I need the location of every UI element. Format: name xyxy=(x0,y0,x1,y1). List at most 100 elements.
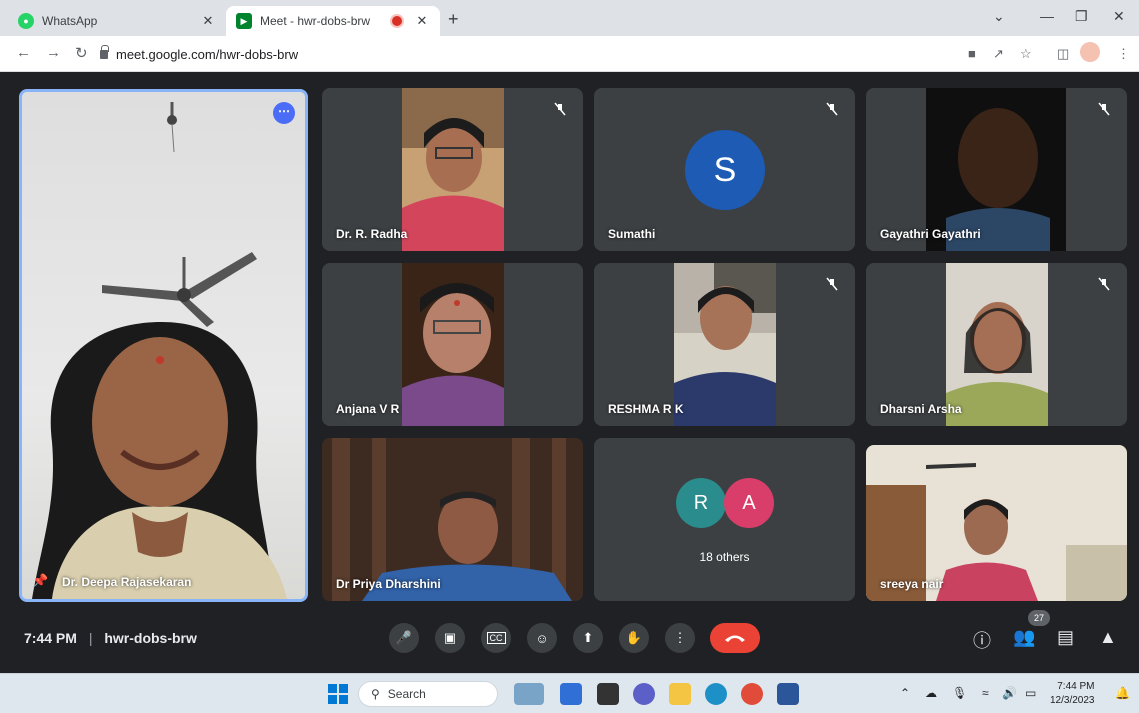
volume-icon[interactable]: 🔊 xyxy=(1002,686,1017,700)
mic-icon: 🎤 xyxy=(395,630,413,645)
windows-start-icon[interactable] xyxy=(327,683,349,705)
participant-name: RESHMA R K xyxy=(608,402,684,416)
restore-icon[interactable]: ❐ xyxy=(1075,8,1088,25)
tab-title: Meet - hwr-dobs-brw xyxy=(260,14,371,28)
back-icon[interactable]: ← xyxy=(16,44,31,61)
participant-tile[interactable]: Gayathri Gayathri xyxy=(866,88,1127,251)
meeting-time: 7:44 PM xyxy=(24,630,77,646)
chevron-up-icon[interactable]: ⌃ xyxy=(900,686,910,700)
tab-whatsapp[interactable]: ● WhatsApp ✕ xyxy=(8,6,226,36)
leave-call-button[interactable] xyxy=(710,623,760,653)
divider: | xyxy=(88,630,93,646)
taskbar-date: 12/3/2023 xyxy=(1050,695,1095,706)
wifi-icon[interactable]: ≈ xyxy=(982,686,989,700)
participant-tile[interactable]: Anjana V R xyxy=(322,263,583,426)
participant-name: Sumathi xyxy=(608,227,656,241)
notification-bell-icon[interactable]: 🔔 xyxy=(1115,686,1130,700)
meeting-code: hwr-dobs-brw xyxy=(104,630,197,646)
minimize-icon[interactable]: — xyxy=(1040,8,1054,24)
tab-title: WhatsApp xyxy=(42,14,98,28)
forward-icon[interactable]: → xyxy=(46,44,61,61)
people-icon[interactable]: 👥 xyxy=(1013,627,1035,648)
mic-tray-icon[interactable]: 🎙 xyxy=(952,686,967,700)
others-count-label: 18 others xyxy=(699,550,750,564)
recording-icon xyxy=(392,16,402,26)
search-placeholder: Search xyxy=(387,687,426,701)
mic-off-icon xyxy=(1098,102,1110,116)
main-participant-tile[interactable]: ⋯ 📌 Dr. Deepa Rajasekaran xyxy=(19,89,308,602)
participant-name: sreeya nair xyxy=(880,577,944,591)
participant-tile[interactable]: sreeya nair xyxy=(866,445,1127,601)
lock-icon xyxy=(100,44,109,59)
pin-icon[interactable]: 📌 xyxy=(32,573,48,589)
participant-count-badge: 27 xyxy=(1028,610,1050,626)
new-tab-icon[interactable]: + xyxy=(448,9,459,30)
participant-video xyxy=(402,263,504,426)
word-icon[interactable] xyxy=(777,683,799,705)
tab-meet[interactable]: ▶ Meet - hwr-dobs-brw ✕ xyxy=(226,6,440,36)
participant-avatar: A xyxy=(724,478,774,528)
close-icon[interactable]: ✕ xyxy=(414,13,430,29)
url-text: meet.google.com/hwr-dobs-brw xyxy=(116,46,299,62)
camera-icon[interactable]: ■ xyxy=(968,46,976,61)
taskbar-clock[interactable]: 7:44 PM 12/3/2023 xyxy=(1050,680,1095,708)
participant-video xyxy=(402,88,504,251)
meet-control-bar: 7:44 PM | hwr-dobs-brw 🎤 ▣ CC ☺ ⬆ ✋ ⋮ ⓘ … xyxy=(0,610,1139,665)
participant-name: Dr Priya Dharshini xyxy=(336,577,441,591)
url-field[interactable]: meet.google.com/hwr-dobs-brw xyxy=(100,41,940,67)
side-panel-icon[interactable]: ◫ xyxy=(1057,46,1069,62)
meeting-details-icon[interactable]: ⓘ xyxy=(973,627,991,653)
whatsapp-icon: ● xyxy=(18,13,34,29)
mic-button[interactable]: 🎤 xyxy=(389,623,419,653)
close-icon[interactable]: ✕ xyxy=(200,13,216,29)
captions-button[interactable]: CC xyxy=(481,623,511,653)
tab-search-icon[interactable]: ⌄ xyxy=(993,8,1005,25)
search-icon: ⚲ xyxy=(371,687,380,701)
activities-icon[interactable]: ▲ xyxy=(1099,627,1117,648)
share-icon[interactable]: ↗ xyxy=(993,46,1004,62)
more-options-button[interactable]: ⋮ xyxy=(665,623,695,653)
teams-icon[interactable] xyxy=(633,683,655,705)
more-options-button[interactable]: ⋯ xyxy=(273,102,295,124)
file-explorer-icon[interactable] xyxy=(669,683,691,705)
present-button[interactable]: ⬆ xyxy=(573,623,603,653)
widgets-icon[interactable] xyxy=(514,683,544,705)
chat-icon[interactable]: ▤ xyxy=(1057,627,1074,648)
participant-tile[interactable]: Dr Priya Dharshini xyxy=(322,438,583,601)
windows-taskbar: ⚲ Search ⌃ ☁ 🎙 ≈ 🔊 ▭ 7:44 PM 12/3/2023 🔔 xyxy=(0,673,1139,713)
participant-video xyxy=(674,263,776,426)
app-icon[interactable] xyxy=(560,683,582,705)
participant-avatar: R xyxy=(676,478,726,528)
bookmark-star-icon[interactable]: ☆ xyxy=(1020,46,1032,62)
battery-icon[interactable]: ▭ xyxy=(1025,686,1036,700)
chrome-icon[interactable] xyxy=(741,683,763,705)
cloud-icon[interactable]: ☁ xyxy=(925,686,937,700)
participant-avatar: S xyxy=(685,130,765,210)
participant-video xyxy=(32,322,287,599)
others-tile[interactable]: R A 18 others xyxy=(594,438,855,601)
app-icon[interactable] xyxy=(597,683,619,705)
meet-icon: ▶ xyxy=(236,13,252,29)
participant-tile[interactable]: RESHMA R K xyxy=(594,263,855,426)
profile-avatar[interactable] xyxy=(1080,42,1100,62)
hand-icon: ✋ xyxy=(625,630,643,645)
participant-tile[interactable]: Dr. R. Radha xyxy=(322,88,583,251)
edge-icon[interactable] xyxy=(705,683,727,705)
camera-button[interactable]: ▣ xyxy=(435,623,465,653)
present-icon: ⬆ xyxy=(582,630,594,645)
window-close-icon[interactable]: ✕ xyxy=(1113,8,1125,25)
raise-hand-button[interactable]: ✋ xyxy=(619,623,649,653)
mic-off-icon xyxy=(554,102,566,116)
taskbar-time: 7:44 PM xyxy=(1057,681,1095,692)
participant-tile[interactable]: S Sumathi xyxy=(594,88,855,251)
reload-icon[interactable]: ↻ xyxy=(75,44,88,62)
browser-tab-bar: ● WhatsApp ✕ ▶ Meet - hwr-dobs-brw ✕ + ⌄… xyxy=(0,0,1139,36)
participant-name: Dharsni Arsha xyxy=(880,402,962,416)
participant-name: Gayathri Gayathri xyxy=(880,227,981,241)
menu-icon[interactable]: ⋮ xyxy=(1117,46,1130,62)
taskbar-search[interactable]: ⚲ Search xyxy=(358,681,498,707)
participant-tile[interactable]: Dharsni Arsha xyxy=(866,263,1127,426)
reactions-button[interactable]: ☺ xyxy=(527,623,557,653)
address-bar: ← → ↻ meet.google.com/hwr-dobs-brw ■ ↗ ☆… xyxy=(0,36,1139,72)
emoji-icon: ☺ xyxy=(535,630,549,646)
